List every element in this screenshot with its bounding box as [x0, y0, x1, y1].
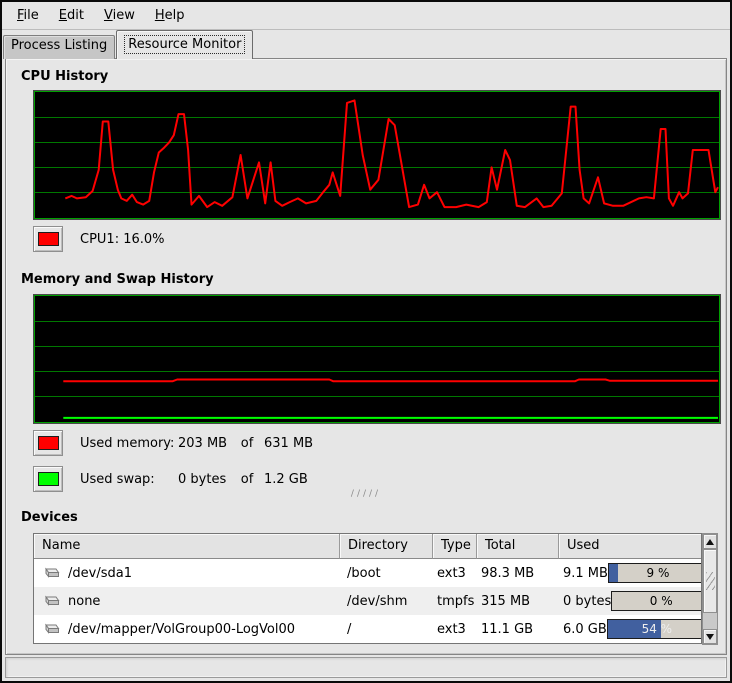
devices-scrollbar[interactable]	[702, 533, 718, 645]
device-used-value: 9.1 MB	[563, 566, 608, 581]
memory-swap-graph	[33, 294, 721, 424]
menu-item-help[interactable]: Help	[145, 4, 195, 27]
usage-progress-bar: 9 %	[608, 563, 701, 583]
used-swap-of: of	[230, 472, 264, 487]
devices-title: Devices	[21, 510, 78, 525]
menu-item-file[interactable]: File	[7, 4, 49, 27]
menu-item-view[interactable]: View	[94, 4, 145, 27]
usage-progress-bar: 0 %	[611, 591, 701, 611]
cpu-history-graph	[33, 90, 721, 220]
menu-item-edit[interactable]: Edit	[49, 4, 94, 27]
used-swap-value: 0 bytes	[178, 472, 230, 487]
tab-process-listing[interactable]: Process Listing	[3, 35, 115, 59]
device-type-cell: tmpfs	[433, 594, 477, 609]
status-bar	[5, 657, 727, 678]
device-directory-cell: /	[340, 622, 433, 637]
device-used-value: 0 bytes	[563, 594, 611, 609]
used-memory-color-chip	[38, 436, 59, 450]
usage-percent-label: 54 %	[608, 620, 701, 638]
device-name-cell: none	[34, 594, 340, 609]
total-memory-value: 631 MB	[264, 436, 313, 451]
column-header-directory[interactable]: Directory	[340, 534, 433, 559]
used-memory-value: 203 MB	[178, 436, 230, 451]
cpu1-color-swatch-button[interactable]	[33, 226, 63, 252]
cpu1-usage-label: CPU1: 16.0%	[80, 232, 165, 247]
tab-strip: Process ListingResource Monitor	[3, 31, 729, 59]
usage-percent-label: 9 %	[609, 564, 701, 582]
scrollbar-thumb[interactable]	[703, 549, 717, 613]
device-name-cell: /dev/mapper/VolGroup00-LogVol00	[34, 622, 340, 637]
device-row-2[interactable]: none/dev/shmtmpfs315 MB0 bytes0 %	[34, 587, 701, 615]
disk-icon	[42, 595, 60, 608]
column-header-type[interactable]: Type	[433, 534, 477, 559]
scrollbar-grip-icon	[706, 572, 715, 590]
device-type-cell: ext3	[433, 566, 477, 581]
used-memory-color-swatch-button[interactable]	[33, 430, 63, 456]
used-memory-of: of	[230, 436, 264, 451]
devices-table-header: NameDirectoryTypeTotalUsed	[34, 534, 701, 559]
disk-icon	[42, 567, 60, 580]
column-header-name[interactable]: Name	[34, 534, 340, 559]
device-directory-cell: /dev/shm	[340, 594, 433, 609]
tab-resource-monitor[interactable]: Resource Monitor	[116, 30, 253, 59]
device-total-cell: 315 MB	[477, 594, 559, 609]
arrow-up-icon	[706, 539, 714, 545]
column-header-total[interactable]: Total	[477, 534, 559, 559]
scroll-up-button[interactable]	[703, 534, 717, 549]
used-memory-legend: Used memory: 203 MB of 631 MB	[33, 429, 313, 457]
total-swap-value: 1.2 GB	[264, 472, 308, 487]
devices-table-body: /dev/sda1/bootext398.3 MB9.1 MB9 %none/d…	[34, 559, 701, 643]
device-used-cell: 9.1 MB9 %	[559, 563, 701, 583]
used-swap-legend: Used swap: 0 bytes of 1.2 GB	[33, 465, 308, 493]
resource-monitor-panel: CPU History CPU1: 16.0% Memory and Swap …	[5, 58, 727, 655]
device-type-cell: ext3	[433, 622, 477, 637]
used-swap-label: Used swap:	[80, 472, 178, 487]
device-total-cell: 98.3 MB	[477, 566, 559, 581]
device-row-3[interactable]: /dev/mapper/VolGroup00-LogVol00/ext311.1…	[34, 615, 701, 643]
pane-resize-handle[interactable]: /////	[351, 490, 381, 498]
memory-swap-title: Memory and Swap History	[21, 272, 214, 287]
device-directory-cell: /boot	[340, 566, 433, 581]
used-memory-label: Used memory:	[80, 436, 178, 451]
device-used-cell: 6.0 GB54 %	[559, 619, 701, 639]
device-total-cell: 11.1 GB	[477, 622, 559, 637]
used-swap-color-swatch-button[interactable]	[33, 466, 63, 492]
device-name-cell: /dev/sda1	[34, 566, 340, 581]
menu-bar: FileEditViewHelp	[2, 2, 730, 30]
scroll-down-button[interactable]	[703, 629, 717, 644]
cpu1-color-chip	[38, 232, 59, 246]
cpu-legend: CPU1: 16.0%	[33, 225, 165, 253]
device-used-cell: 0 bytes0 %	[559, 591, 701, 611]
device-row-1[interactable]: /dev/sda1/bootext398.3 MB9.1 MB9 %	[34, 559, 701, 587]
disk-icon	[42, 623, 60, 636]
arrow-down-icon	[706, 634, 714, 640]
devices-table: NameDirectoryTypeTotalUsed /dev/sda1/boo…	[33, 533, 702, 644]
cpu-history-title: CPU History	[21, 69, 108, 84]
column-header-used[interactable]: Used	[559, 534, 701, 559]
device-used-value: 6.0 GB	[563, 622, 607, 637]
usage-progress-bar: 54 %	[607, 619, 701, 639]
used-swap-color-chip	[38, 472, 59, 486]
usage-percent-label: 0 %	[612, 592, 701, 610]
